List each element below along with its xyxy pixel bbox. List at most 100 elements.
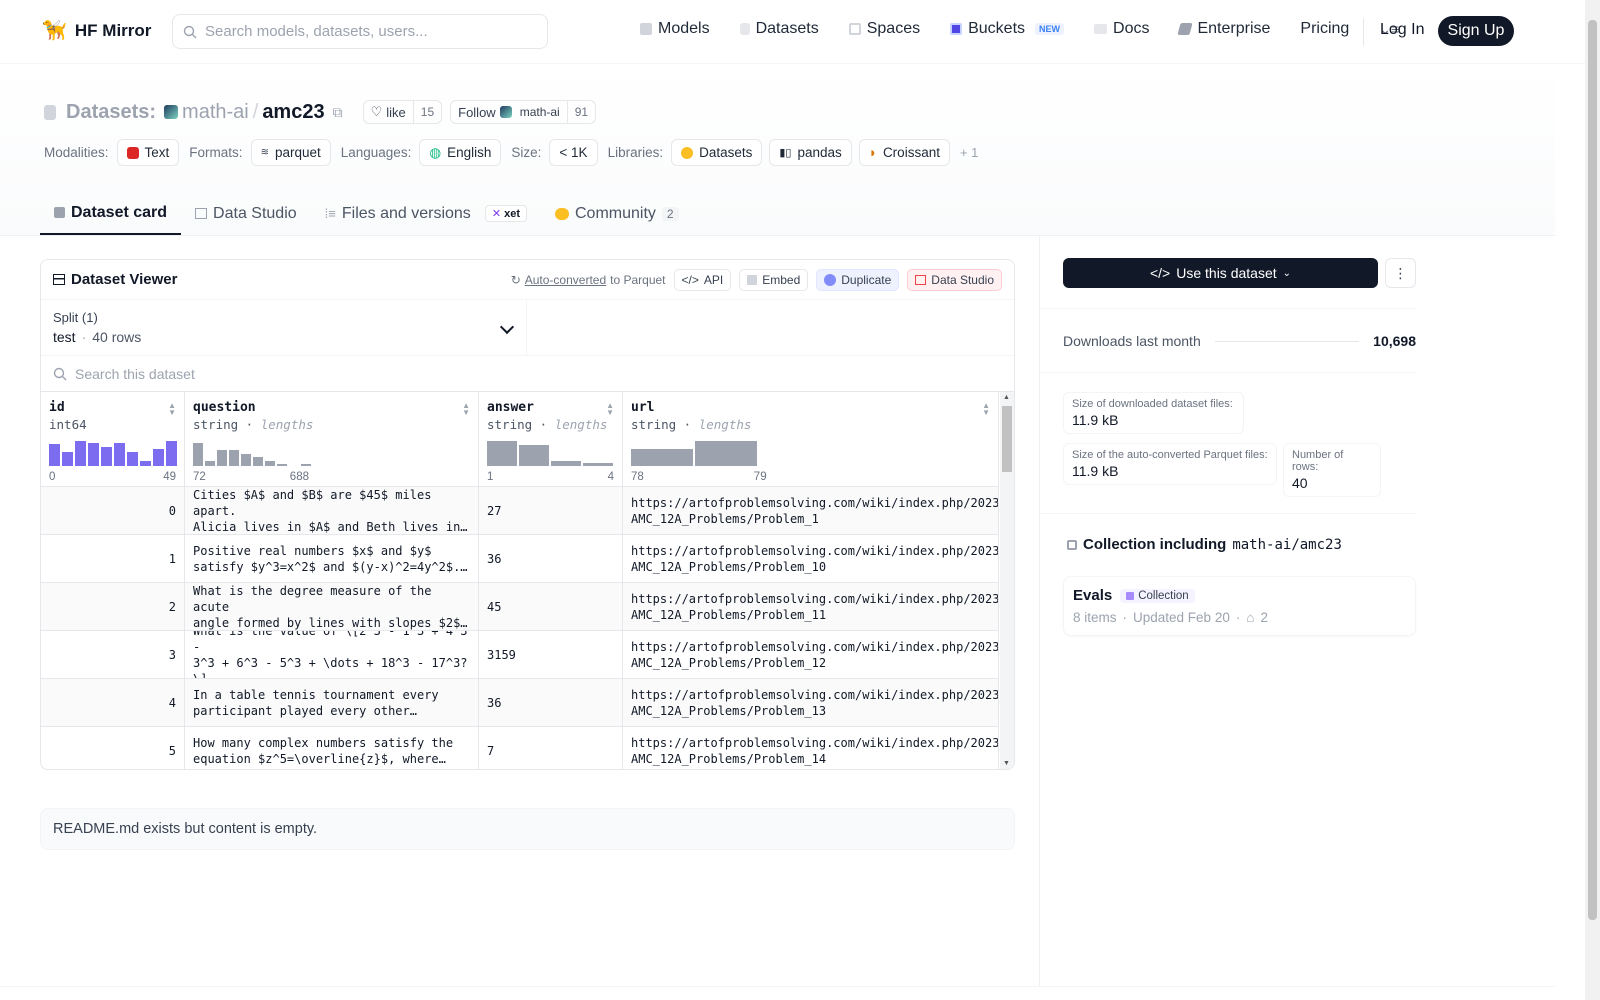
tag-format-parquet[interactable]: ≋ parquet: [250, 139, 331, 166]
histogram-bar[interactable]: [217, 450, 227, 466]
tab-data-studio[interactable]: Data Studio: [181, 192, 311, 235]
histogram-bar[interactable]: [127, 451, 138, 466]
nav-buckets[interactable]: Buckets NEW: [950, 20, 1065, 38]
cell-url[interactable]: https://artofproblemsolving.com/wiki/ind…: [623, 487, 999, 534]
histogram-bar[interactable]: [229, 450, 239, 466]
cell-question[interactable]: Cities $A$ and $B$ are $45$ miles apart.…: [185, 487, 479, 534]
upvote-icon[interactable]: ⌂: [1246, 610, 1254, 625]
cell-url[interactable]: https://artofproblemsolving.com/wiki/ind…: [623, 535, 999, 582]
histogram-bar[interactable]: [166, 441, 177, 466]
global-search[interactable]: [172, 14, 548, 49]
column-header-question[interactable]: question string · lengths ▲ ▼ 72 688: [185, 392, 479, 487]
copy-icon[interactable]: ⧉: [333, 104, 343, 121]
nav-enterprise[interactable]: Enterprise: [1177, 20, 1270, 38]
cell-url[interactable]: https://artofproblemsolving.com/wiki/ind…: [623, 679, 999, 726]
table-row[interactable]: 0 Cities $A$ and $B$ are $45$ miles apart…: [41, 487, 999, 535]
tab-community[interactable]: Community 2: [541, 192, 693, 235]
tag-library-croissant[interactable]: ◗ Croissant: [858, 139, 950, 166]
cell-url[interactable]: https://artofproblemsolving.com/wiki/ind…: [623, 583, 999, 630]
cell-id[interactable]: 5: [41, 727, 185, 769]
tag-library-datasets[interactable]: Datasets: [671, 139, 763, 166]
tag-library-pandas[interactable]: ▮▯ pandas: [769, 139, 852, 166]
histogram-bar[interactable]: [253, 456, 263, 466]
cell-question[interactable]: What is the degree measure of the acute …: [185, 583, 479, 630]
like-button[interactable]: ♡ like 15: [362, 100, 443, 124]
cell-url[interactable]: https://artofproblemsolving.com/wiki/ind…: [623, 727, 999, 769]
cell-question[interactable]: Positive real numbers $x$ and $y$ satisf…: [185, 535, 479, 582]
histogram-bar[interactable]: [49, 443, 60, 466]
cell-answer[interactable]: 7: [479, 727, 623, 769]
more-libraries[interactable]: + 1: [960, 145, 978, 160]
follow-button[interactable]: Follow math-ai 91: [450, 100, 597, 124]
histogram-bar[interactable]: [101, 446, 112, 466]
cell-id[interactable]: 4: [41, 679, 185, 726]
column-header-answer[interactable]: answer string · lengths ▲ ▼ 14: [479, 392, 623, 487]
table-row[interactable]: 5 How many complex numbers satisfy the eq…: [41, 727, 999, 769]
embed-button[interactable]: Embed: [739, 268, 809, 291]
scroll-down-icon[interactable]: ▼: [1003, 760, 1010, 767]
histogram-bar[interactable]: [114, 442, 125, 466]
use-dataset-button[interactable]: </> Use this dataset ⌄: [1063, 258, 1378, 288]
cell-question[interactable]: How many complex numbers satisfy the equ…: [185, 727, 479, 769]
cell-question[interactable]: What is the value of \[2^3 - 1^3 + 4^3 -…: [185, 631, 479, 678]
split-dropdown[interactable]: Split (1) test · 40 rows: [41, 300, 527, 355]
org-link[interactable]: math-ai: [182, 101, 249, 124]
cell-answer[interactable]: 36: [479, 679, 623, 726]
histogram-bar[interactable]: [277, 463, 287, 466]
dataset-search[interactable]: [41, 356, 1014, 392]
cell-answer[interactable]: 27: [479, 487, 623, 534]
histogram-bar[interactable]: [695, 441, 757, 466]
histogram-bar[interactable]: [583, 462, 613, 466]
sort-icon[interactable]: ▲ ▼: [462, 402, 470, 417]
tag-language-english[interactable]: ◍ English: [419, 139, 502, 166]
signup-button[interactable]: Sign Up: [1438, 16, 1514, 46]
cell-id[interactable]: 3: [41, 631, 185, 678]
cell-question[interactable]: In a table tennis tournament every parti…: [185, 679, 479, 726]
sort-icon[interactable]: ▲ ▼: [982, 402, 990, 417]
sort-icon[interactable]: ▲ ▼: [606, 402, 614, 417]
nav-spaces[interactable]: Spaces: [848, 20, 920, 38]
login-link[interactable]: Log In: [1380, 21, 1424, 39]
cell-id[interactable]: 1: [41, 535, 185, 582]
histogram-bar[interactable]: [301, 463, 311, 466]
table-row[interactable]: 4 In a table tennis tournament every part…: [41, 679, 999, 727]
nav-datasets[interactable]: Datasets: [739, 20, 819, 38]
page-scrollbar-thumb[interactable]: [1588, 20, 1597, 920]
more-options-button[interactable]: ⋮: [1385, 258, 1416, 288]
tab-files-versions[interactable]: ⁞≡ Files and versions ✕ xet: [311, 192, 541, 235]
auto-converted-note[interactable]: ↻ Auto-converted to Parquet: [511, 273, 666, 287]
histogram-bar[interactable]: [88, 442, 99, 466]
grid-scrollbar[interactable]: ▲ ▼: [1000, 392, 1014, 769]
cell-id[interactable]: 2: [41, 583, 185, 630]
table-row[interactable]: 2 What is the degree measure of the acute…: [41, 583, 999, 631]
brand-logo[interactable]: 🦮 HF Mirror: [42, 18, 151, 43]
collection-card[interactable]: Evals Collection 8 items · Updated Feb 20 · ⌂…: [1063, 576, 1416, 636]
cell-id[interactable]: 0: [41, 487, 185, 534]
histogram-bar[interactable]: [205, 460, 215, 466]
global-search-input[interactable]: [205, 23, 525, 40]
histogram-bar[interactable]: [62, 451, 73, 466]
histogram-bar[interactable]: [487, 441, 517, 466]
table-row[interactable]: 3What is the value of \[2^3 - 1^3 + 4^3 …: [41, 631, 999, 679]
cell-answer[interactable]: 45: [479, 583, 623, 630]
api-button[interactable]: </> API: [673, 268, 732, 291]
column-header-url[interactable]: url string · lengths ▲ ▼ 78 79: [623, 392, 999, 487]
cell-answer[interactable]: 36: [479, 535, 623, 582]
duplicate-button[interactable]: Duplicate: [816, 268, 900, 291]
data-studio-button[interactable]: Data Studio: [907, 268, 1002, 291]
scroll-up-icon[interactable]: ▲: [1003, 394, 1010, 401]
dataset-name[interactable]: amc23: [262, 101, 324, 124]
histogram-bar[interactable]: [75, 441, 86, 466]
column-header-id[interactable]: id int64 ▲ ▼ 0 49: [41, 392, 185, 487]
histogram-bar[interactable]: [153, 449, 164, 466]
histogram-bar[interactable]: [140, 460, 151, 466]
page-scrollbar[interactable]: [1585, 0, 1600, 1000]
scrollbar-thumb[interactable]: [1002, 406, 1012, 472]
histogram-bar[interactable]: [519, 445, 549, 466]
dataset-search-input[interactable]: [75, 365, 475, 382]
tag-modality-text[interactable]: Text: [116, 139, 180, 166]
histogram-bar[interactable]: [631, 449, 693, 466]
histogram-bar[interactable]: [265, 460, 275, 466]
tag-size[interactable]: < 1K: [549, 139, 598, 166]
table-row[interactable]: 1 Positive real numbers $x$ and $y$ satis…: [41, 535, 999, 583]
